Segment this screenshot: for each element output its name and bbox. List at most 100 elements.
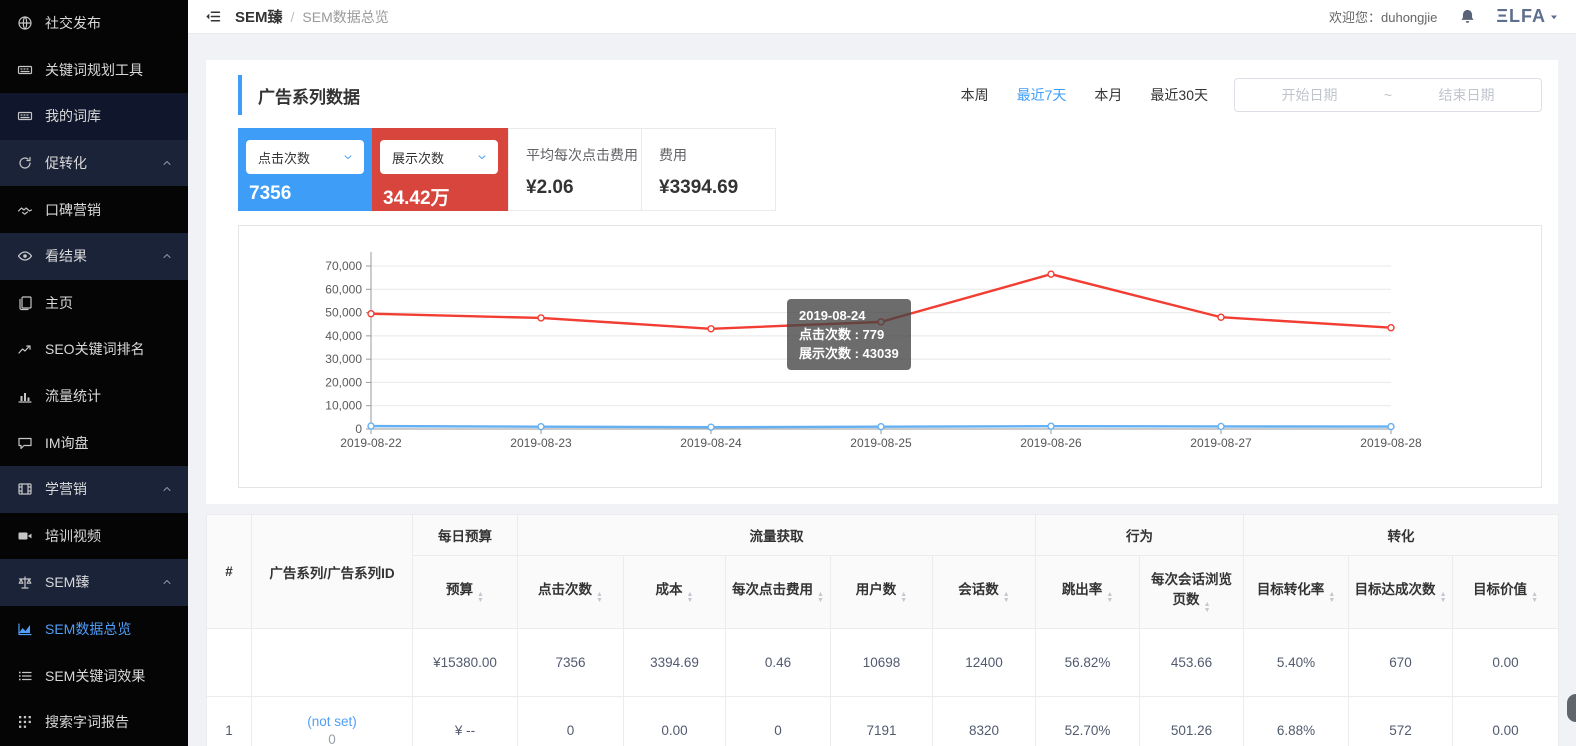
cell-value: 7191	[831, 697, 933, 746]
breadcrumb-current: SEM数据总览	[302, 7, 388, 27]
sort-icon[interactable]: ▲▼	[900, 592, 907, 604]
breadcrumb-separator: /	[291, 9, 295, 25]
sidebar-item-3[interactable]: 我的词库	[0, 93, 188, 140]
sidebar-item-label: 关键词规划工具	[45, 60, 143, 80]
dictionary-icon	[17, 108, 33, 124]
cell-value: 8320	[933, 697, 1036, 746]
sidebar-item-6[interactable]: 看结果	[0, 233, 188, 280]
filter-1[interactable]: 本周	[961, 85, 989, 105]
sidebar-item-15[interactable]: SEM关键词效果	[0, 652, 188, 699]
sort-icon[interactable]: ▲▼	[687, 592, 694, 604]
column-header[interactable]: 每次会话浏览页数▲▼	[1140, 556, 1244, 629]
date-range-separator: ~	[1384, 87, 1392, 103]
date-range-picker[interactable]: 开始日期 ~ 结束日期	[1234, 78, 1542, 112]
metric-select-label: 展示次数	[392, 148, 444, 167]
svg-text:60,000: 60,000	[325, 282, 362, 296]
sort-icon[interactable]: ▲▼	[1440, 592, 1447, 604]
chart-tooltip: 2019-08-24 点击次数 : 779 展示次数 : 43039	[787, 299, 911, 370]
column-header[interactable]: 每次点击费用▲▼	[726, 556, 831, 629]
sort-icon[interactable]: ▲▼	[817, 592, 824, 604]
campaign-link[interactable]: (not set)	[252, 714, 412, 729]
chevron-up-icon	[161, 483, 173, 495]
sidebar-item-5[interactable]: 口碑营销	[0, 186, 188, 233]
sidebar-item-label: SEM关键词效果	[45, 666, 145, 686]
cell-campaign: (not set)0	[252, 697, 413, 746]
film-icon	[17, 481, 33, 497]
metric-select[interactable]: 展示次数	[380, 140, 498, 174]
logo[interactable]: ΞLFA	[1496, 6, 1546, 27]
column-header[interactable]: 目标转化率▲▼	[1244, 556, 1349, 629]
column-header-campaign: 广告系列/广告系列ID	[252, 515, 413, 629]
end-date-input[interactable]: 结束日期	[1392, 85, 1541, 105]
tooltip-date: 2019-08-24	[799, 306, 899, 325]
column-group-header: 行为	[1036, 515, 1244, 556]
area-chart-icon	[17, 621, 33, 637]
floating-widget[interactable]	[1567, 694, 1576, 722]
column-header[interactable]: 点击次数▲▼	[518, 556, 624, 629]
sidebar-item-12[interactable]: 培训视频	[0, 513, 188, 560]
cell-value: 572	[1349, 697, 1453, 746]
sort-icon[interactable]: ▲▼	[1106, 592, 1113, 604]
sidebar-item-8[interactable]: SEO关键词排名	[0, 326, 188, 373]
sort-icon[interactable]: ▲▼	[596, 592, 603, 604]
sidebar-item-2[interactable]: 关键词规划工具	[0, 47, 188, 94]
sidebar-item-11[interactable]: 学营销	[0, 466, 188, 513]
sidebar-item-4[interactable]: 促转化	[0, 140, 188, 187]
sort-icon[interactable]: ▲▼	[477, 592, 484, 604]
column-group-header: 每日预算	[413, 515, 518, 556]
filter-4[interactable]: 最近30天	[1150, 85, 1208, 105]
stat-card-2: 展示次数34.42万	[372, 128, 508, 211]
sidebar-item-13[interactable]: SEM臻	[0, 559, 188, 606]
start-date-input[interactable]: 开始日期	[1235, 85, 1384, 105]
bell-icon[interactable]	[1459, 8, 1476, 25]
breadcrumb-primary[interactable]: SEM臻	[235, 6, 283, 27]
cell-value: 0.00	[624, 697, 726, 746]
filter-2[interactable]: 最近7天	[1017, 85, 1067, 105]
stat-value: 7356	[249, 183, 372, 205]
metric-select-label: 点击次数	[258, 148, 310, 167]
column-header[interactable]: 目标价值▲▼	[1453, 556, 1559, 629]
sort-icon[interactable]: ▲▼	[1328, 592, 1335, 604]
chevron-up-icon	[161, 250, 173, 262]
sort-icon[interactable]: ▲▼	[1204, 602, 1211, 614]
cell-value: 453.66	[1140, 629, 1244, 697]
cell-value: 56.82%	[1036, 629, 1140, 697]
cell-value: 670	[1349, 629, 1453, 697]
sidebar-item-1[interactable]: 社交发布	[0, 0, 188, 47]
filter-3[interactable]: 本月	[1094, 85, 1122, 105]
sort-icon[interactable]: ▲▼	[1531, 592, 1538, 604]
chevron-down-icon	[342, 151, 354, 163]
sidebar-item-label: SEM数据总览	[45, 619, 131, 639]
column-header[interactable]: 预算▲▼	[413, 556, 518, 629]
stat-value: ¥2.06	[526, 177, 641, 199]
sidebar-item-label: 搜索字词报告	[45, 712, 129, 732]
svg-text:70,000: 70,000	[325, 259, 362, 273]
svg-text:2019-08-23: 2019-08-23	[510, 436, 572, 450]
sidebar-item-10[interactable]: IM询盘	[0, 419, 188, 466]
eye-icon	[17, 248, 33, 264]
chevron-up-icon	[161, 157, 173, 169]
column-header[interactable]: 用户数▲▼	[831, 556, 933, 629]
sidebar-item-label: 学营销	[45, 479, 87, 499]
caret-down-icon[interactable]	[1548, 11, 1560, 23]
sidebar-item-16[interactable]: 搜索字词报告	[0, 699, 188, 746]
menu-fold-icon[interactable]	[204, 8, 221, 25]
convert-icon	[17, 155, 33, 171]
sidebar-item-7[interactable]: 主页	[0, 280, 188, 327]
cell-value: 3394.69	[624, 629, 726, 697]
column-header[interactable]: 跳出率▲▼	[1036, 556, 1140, 629]
column-header[interactable]: 会话数▲▼	[933, 556, 1036, 629]
svg-text:50,000: 50,000	[325, 306, 362, 320]
column-group-header: 转化	[1244, 515, 1559, 556]
video-icon	[17, 528, 33, 544]
tooltip-clicks: 点击次数 : 779	[799, 325, 899, 344]
column-header[interactable]: 目标达成次数▲▼	[1349, 556, 1453, 629]
caret-down-icon	[1548, 11, 1560, 23]
cell-value: 6.88%	[1244, 697, 1349, 746]
column-header[interactable]: 成本▲▼	[624, 556, 726, 629]
sidebar-item-label: 我的词库	[45, 106, 101, 126]
metric-select[interactable]: 点击次数	[246, 140, 364, 174]
sidebar-item-9[interactable]: 流量统计	[0, 373, 188, 420]
sort-icon[interactable]: ▲▼	[1003, 592, 1010, 604]
sidebar-item-14[interactable]: SEM数据总览	[0, 606, 188, 653]
